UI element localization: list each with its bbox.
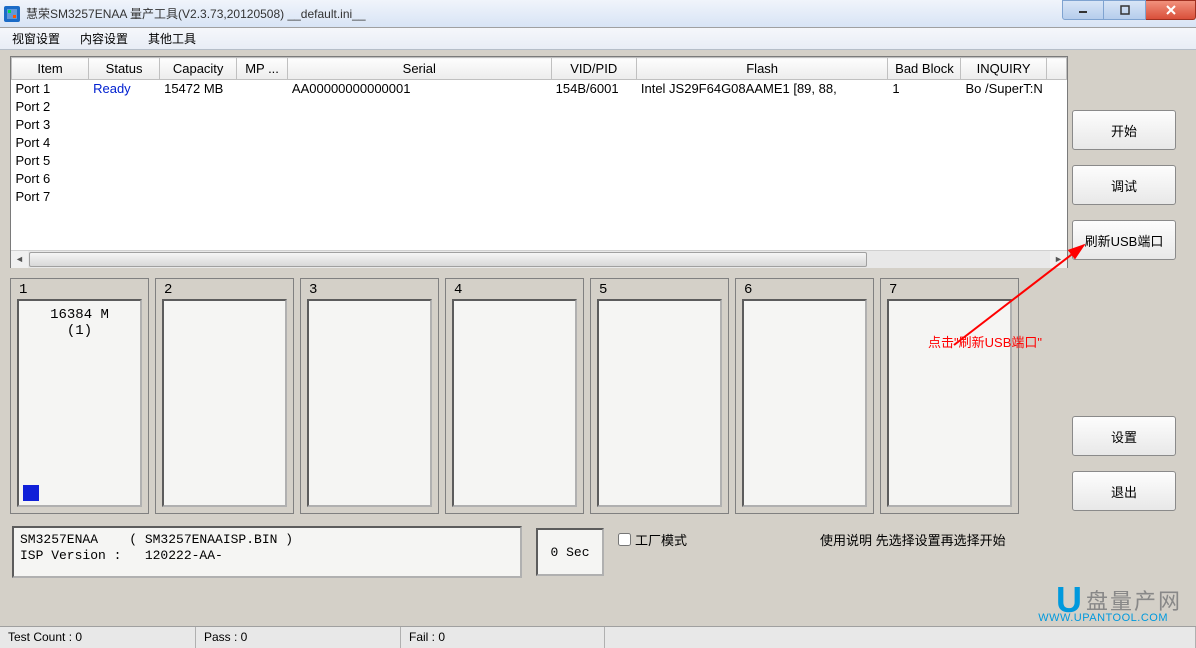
factory-mode-checkbox[interactable]: 工厂模式 — [618, 530, 687, 549]
usage-instructions: 使用说明 先选择设置再选择开始 — [820, 530, 1006, 549]
port-number: 2 — [164, 282, 172, 298]
port-table-wrapper: Item Status Capacity MP ... Serial VID/P… — [10, 56, 1068, 268]
port-panel: 5 — [590, 278, 729, 514]
port-display — [887, 299, 1012, 507]
exit-button[interactable]: 退出 — [1072, 471, 1176, 511]
port-display — [162, 299, 287, 507]
port-number: 1 — [19, 282, 27, 298]
port-panel: 2 — [155, 278, 294, 514]
debug-button[interactable]: 调试 — [1072, 165, 1176, 205]
menu-content[interactable]: 内容设置 — [74, 28, 134, 49]
port-number: 3 — [309, 282, 317, 298]
scroll-thumb[interactable] — [29, 252, 867, 267]
port-display — [597, 299, 722, 507]
col-status[interactable]: Status — [89, 58, 160, 80]
port-number: 6 — [744, 282, 752, 298]
table-row[interactable]: Port 7 — [12, 188, 1067, 206]
col-item[interactable]: Item — [12, 58, 89, 80]
horizontal-scrollbar[interactable]: ◄ ► — [11, 250, 1067, 267]
timer-box: 0 Sec — [536, 528, 604, 576]
device-info-box: SM3257ENAA ( SM3257ENAAISP.BIN ) ISP Ver… — [12, 526, 522, 578]
settings-button[interactable]: 设置 — [1072, 416, 1176, 456]
scroll-left-icon[interactable]: ◄ — [11, 251, 28, 268]
status-empty — [605, 627, 1196, 648]
watermark: U 盘量产网 WWW.UPANTOOL.COM — [1056, 579, 1182, 621]
port-display: 16384 M(1) — [17, 299, 142, 507]
watermark-text: 盘量产网 — [1086, 589, 1182, 614]
col-inquiry[interactable]: INQUIRY — [961, 58, 1046, 80]
refresh-usb-button[interactable]: 刷新USB端口 — [1072, 220, 1176, 260]
port-panel: 3 — [300, 278, 439, 514]
window-title: 慧荣SM3257ENAA 量产工具(V2.3.73,20120508) __de… — [26, 5, 1192, 22]
table-row[interactable]: Port 5 — [12, 152, 1067, 170]
status-fail: Fail : 0 — [401, 627, 605, 648]
port-number: 5 — [599, 282, 607, 298]
menu-viewport[interactable]: 视窗设置 — [6, 28, 66, 49]
start-button[interactable]: 开始 — [1072, 110, 1176, 150]
port-panel: 7 — [880, 278, 1019, 514]
table-row[interactable]: Port 4 — [12, 134, 1067, 152]
col-capacity[interactable]: Capacity — [160, 58, 237, 80]
table-row[interactable]: Port 1Ready15472 MBAA00000000000001154B/… — [12, 80, 1067, 98]
menu-other[interactable]: 其他工具 — [142, 28, 202, 49]
port-display — [742, 299, 867, 507]
col-vidpid[interactable]: VID/PID — [551, 58, 636, 80]
status-bar: Test Count : 0 Pass : 0 Fail : 0 — [0, 626, 1196, 648]
col-mp[interactable]: MP ... — [237, 58, 288, 80]
port-display — [452, 299, 577, 507]
port-number: 4 — [454, 282, 462, 298]
table-row[interactable]: Port 6 — [12, 170, 1067, 188]
titlebar: 慧荣SM3257ENAA 量产工具(V2.3.73,20120508) __de… — [0, 0, 1196, 28]
minimize-button[interactable] — [1062, 0, 1104, 20]
port-panel: 6 — [735, 278, 874, 514]
scroll-right-icon[interactable]: ► — [1050, 251, 1067, 268]
table-row[interactable]: Port 3 — [12, 116, 1067, 134]
port-panel: 4 — [445, 278, 584, 514]
port-size: 16384 M — [50, 307, 109, 323]
port-table[interactable]: Item Status Capacity MP ... Serial VID/P… — [11, 57, 1067, 206]
annotation-text: 点击"刷新USB端口" — [928, 332, 1042, 351]
port-panels: 116384 M(1)234567 — [10, 278, 1019, 514]
port-status-indicator — [23, 485, 39, 501]
status-pass: Pass : 0 — [196, 627, 401, 648]
table-row[interactable]: Port 2 — [12, 98, 1067, 116]
watermark-url: WWW.UPANTOOL.COM — [1038, 612, 1168, 624]
port-number: 7 — [889, 282, 897, 298]
status-test-count: Test Count : 0 — [0, 627, 196, 648]
maximize-button[interactable] — [1104, 0, 1146, 20]
port-panel: 116384 M(1) — [10, 278, 149, 514]
port-index: (1) — [67, 323, 92, 339]
col-flash[interactable]: Flash — [636, 58, 888, 80]
close-button[interactable] — [1146, 0, 1196, 20]
col-extra[interactable] — [1046, 58, 1066, 80]
menubar: 视窗设置 内容设置 其他工具 — [0, 28, 1196, 50]
app-icon — [4, 6, 20, 22]
factory-mode-input[interactable] — [618, 533, 631, 546]
port-display — [307, 299, 432, 507]
col-badblock[interactable]: Bad Block — [888, 58, 961, 80]
col-serial[interactable]: Serial — [287, 58, 551, 80]
